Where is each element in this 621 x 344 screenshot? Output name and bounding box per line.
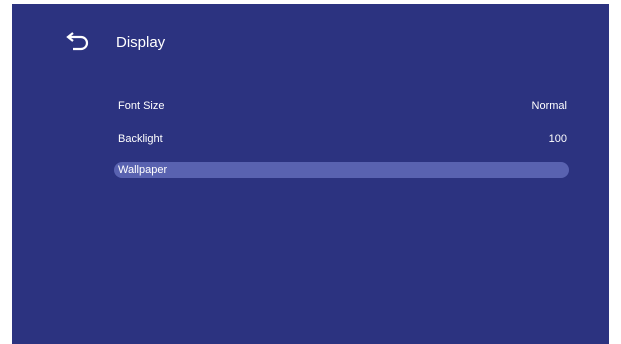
back-button[interactable] [64,27,92,55]
settings-item-value: Normal [531,100,567,112]
settings-item-label: Backlight [118,133,163,145]
settings-item-value: 100 [548,133,567,145]
settings-item-label: Wallpaper [118,164,168,176]
settings-item-backlight[interactable]: Backlight 100 [114,131,569,147]
settings-item-font-size[interactable]: Font Size Normal [114,98,569,114]
page-title: Display [116,34,166,51]
settings-item-label: Font Size [118,100,165,112]
settings-item-wallpaper[interactable]: Wallpaper [114,162,569,178]
back-arrow-icon [66,32,89,51]
display-settings-screen: Display Font Size Normal Backlight 100 W… [12,4,609,344]
